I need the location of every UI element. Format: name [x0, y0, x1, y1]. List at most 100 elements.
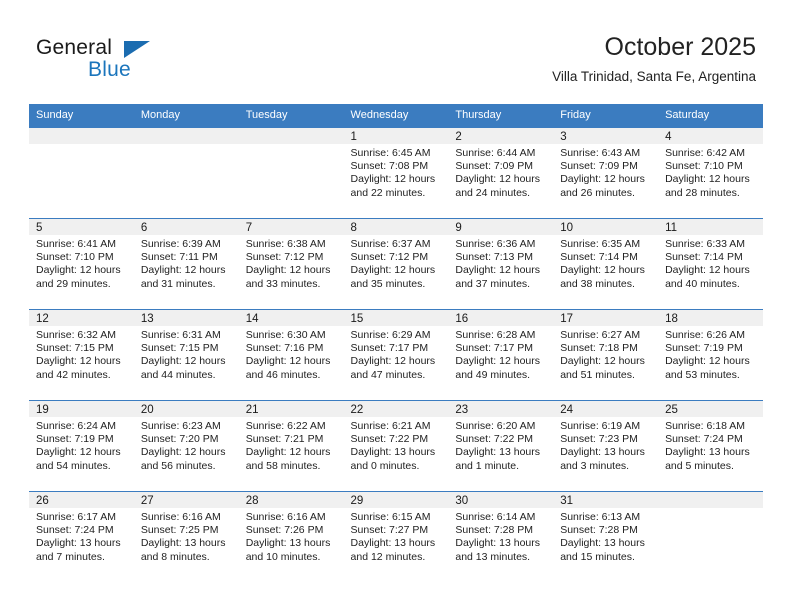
calendar-day-cell[interactable]: 1 Sunrise: 6:45 AM Sunset: 7:08 PM Daylight… — [343, 127, 449, 219]
calendar-day-cell[interactable]: 17 Sunrise: 6:27 AM Sunset: 7:18 PM Dayligh… — [553, 309, 659, 401]
daylight-text-line2: and 42 minutes. — [36, 368, 111, 381]
day-cell-inner: 27 Sunrise: 6:16 AM Sunset: 7:25 PM Dayligh… — [133, 492, 239, 582]
daylight-text-line1: Daylight: 12 hours — [140, 264, 226, 277]
calendar-page: General Blue October 2025 Villa Trinidad… — [0, 0, 792, 612]
calendar-day-cell[interactable]: 28 Sunrise: 6:16 AM Sunset: 7:26 PM Dayligh… — [238, 491, 344, 582]
calendar-day-cell[interactable]: 24 Sunrise: 6:19 AM Sunset: 7:23 PM Dayligh… — [553, 400, 659, 492]
day-cell-inner: 24 Sunrise: 6:19 AM Sunset: 7:23 PM Dayligh… — [553, 401, 659, 491]
daylight-text-line1: Daylight: 12 hours — [455, 355, 541, 368]
calendar-day-cell[interactable]: 12 Sunrise: 6:32 AM Sunset: 7:15 PM Dayligh… — [29, 309, 134, 401]
calendar-day-cell[interactable]: 21 Sunrise: 6:22 AM Sunset: 7:21 PM Dayligh… — [238, 400, 344, 492]
calendar-week-row: 19 Sunrise: 6:24 AM Sunset: 7:19 PM Dayligh… — [29, 400, 763, 492]
sunrise-text: Sunrise: 6:16 AM — [140, 511, 221, 523]
daylight-text-line2: and 26 minutes. — [560, 186, 635, 199]
daylight-text-line1: Daylight: 12 hours — [560, 264, 645, 277]
calendar-day-cell[interactable]: 18 Sunrise: 6:26 AM Sunset: 7:19 PM Dayligh… — [658, 309, 763, 401]
daylight-text-line2: and 29 minutes. — [36, 277, 111, 290]
calendar-day-cell[interactable]: 5 Sunrise: 6:41 AM Sunset: 7:10 PM Daylight… — [29, 218, 134, 310]
calendar-day-cell[interactable]: 14 Sunrise: 6:30 AM Sunset: 7:16 PM Dayligh… — [238, 309, 344, 401]
daylight-text-line1: Daylight: 12 hours — [350, 264, 436, 277]
daylight-text-line1: Daylight: 12 hours — [245, 446, 331, 459]
calendar-day-cell[interactable]: 29 Sunrise: 6:15 AM Sunset: 7:27 PM Dayligh… — [343, 491, 449, 582]
daylight-text-line2: and 31 minutes. — [140, 277, 216, 290]
sunrise-text: Sunrise: 6:29 AM — [350, 329, 431, 341]
daylight-text-line1: Daylight: 13 hours — [455, 537, 541, 550]
calendar-day-cell[interactable]: 2 Sunrise: 6:44 AM Sunset: 7:09 PM Daylight… — [448, 127, 554, 219]
day-cell-inner: 2 Sunrise: 6:44 AM Sunset: 7:09 PM Daylight… — [448, 128, 554, 218]
daylight-text-line2: and 56 minutes. — [140, 459, 216, 472]
calendar-day-cell[interactable]: 3 Sunrise: 6:43 AM Sunset: 7:09 PM Daylight… — [553, 127, 659, 219]
weekday-header-monday: Monday — [133, 104, 239, 128]
weekday-header-saturday: Saturday — [658, 104, 763, 128]
calendar-day-cell[interactable]: 26 Sunrise: 6:17 AM Sunset: 7:24 PM Dayligh… — [29, 491, 134, 582]
brand-name-general: General — [36, 36, 113, 59]
day-cell-inner — [658, 492, 763, 582]
calendar-day-cell-empty — [658, 491, 763, 582]
sunrise-text: Sunrise: 6:17 AM — [36, 511, 116, 523]
calendar-day-cell[interactable]: 31 Sunrise: 6:13 AM Sunset: 7:28 PM Dayligh… — [553, 491, 659, 582]
brand-name-blue: Blue — [88, 58, 131, 81]
calendar-day-cell[interactable]: 6 Sunrise: 6:39 AM Sunset: 7:11 PM Daylight… — [133, 218, 239, 310]
day-number — [658, 492, 763, 508]
calendar-day-cell[interactable]: 4 Sunrise: 6:42 AM Sunset: 7:10 PM Daylight… — [658, 127, 763, 219]
daylight-text-line2: and 37 minutes. — [455, 277, 531, 290]
sunset-text: Sunset: 7:15 PM — [140, 342, 219, 355]
calendar-day-cell[interactable]: 19 Sunrise: 6:24 AM Sunset: 7:19 PM Dayligh… — [29, 400, 134, 492]
daylight-text-line2: and 13 minutes. — [455, 550, 531, 563]
day-number: 14 — [238, 310, 344, 326]
sunset-text: Sunset: 7:20 PM — [140, 433, 219, 446]
brand-logo[interactable]: General Blue — [36, 36, 236, 90]
day-cell-details: Sunrise: 6:41 AM Sunset: 7:10 PM Daylight:… — [29, 235, 134, 291]
day-cell-inner: 4 Sunrise: 6:42 AM Sunset: 7:10 PM Daylight… — [658, 128, 763, 218]
day-number: 6 — [133, 219, 239, 235]
calendar-day-cell[interactable]: 13 Sunrise: 6:31 AM Sunset: 7:15 PM Dayligh… — [133, 309, 239, 401]
day-number: 3 — [553, 128, 659, 144]
calendar-day-cell[interactable]: 11 Sunrise: 6:33 AM Sunset: 7:14 PM Dayligh… — [658, 218, 763, 310]
calendar-day-cell[interactable]: 30 Sunrise: 6:14 AM Sunset: 7:28 PM Dayligh… — [448, 491, 554, 582]
sunset-text: Sunset: 7:28 PM — [455, 524, 534, 537]
calendar-day-cell[interactable]: 8 Sunrise: 6:37 AM Sunset: 7:12 PM Daylight… — [343, 218, 449, 310]
calendar-day-cell[interactable]: 16 Sunrise: 6:28 AM Sunset: 7:17 PM Dayligh… — [448, 309, 554, 401]
calendar-day-cell[interactable]: 23 Sunrise: 6:20 AM Sunset: 7:22 PM Dayligh… — [448, 400, 554, 492]
sunrise-text: Sunrise: 6:37 AM — [350, 238, 431, 250]
day-cell-details: Sunrise: 6:17 AM Sunset: 7:24 PM Daylight:… — [29, 508, 134, 564]
day-number: 18 — [658, 310, 763, 326]
day-number: 7 — [238, 219, 344, 235]
sunset-text: Sunset: 7:16 PM — [245, 342, 324, 355]
day-number — [133, 128, 239, 144]
calendar-day-cell[interactable]: 22 Sunrise: 6:21 AM Sunset: 7:22 PM Dayligh… — [343, 400, 449, 492]
daylight-text-line2: and 35 minutes. — [350, 277, 426, 290]
day-number: 22 — [343, 401, 449, 417]
calendar-day-cell[interactable]: 15 Sunrise: 6:29 AM Sunset: 7:17 PM Dayligh… — [343, 309, 449, 401]
calendar-day-cell[interactable]: 27 Sunrise: 6:16 AM Sunset: 7:25 PM Dayligh… — [133, 491, 239, 582]
calendar-day-cell[interactable]: 7 Sunrise: 6:38 AM Sunset: 7:12 PM Daylight… — [238, 218, 344, 310]
day-number: 10 — [553, 219, 659, 235]
day-cell-inner: 21 Sunrise: 6:22 AM Sunset: 7:21 PM Dayligh… — [238, 401, 344, 491]
day-cell-details: Sunrise: 6:31 AM Sunset: 7:15 PM Daylight:… — [134, 326, 239, 382]
sunset-text: Sunset: 7:23 PM — [560, 433, 638, 446]
day-cell-details: Sunrise: 6:30 AM Sunset: 7:16 PM Daylight:… — [239, 326, 344, 382]
sunrise-text: Sunrise: 6:18 AM — [665, 420, 746, 432]
sunset-text: Sunset: 7:19 PM — [665, 342, 743, 355]
daylight-text-line2: and 40 minutes. — [665, 277, 740, 290]
sunset-text: Sunset: 7:10 PM — [36, 251, 114, 264]
daylight-text-line1: Daylight: 12 hours — [665, 173, 750, 186]
calendar-header-row: Sunday Monday Tuesday Wednesday Thursday… — [29, 104, 763, 128]
calendar-day-cell[interactable]: 9 Sunrise: 6:36 AM Sunset: 7:13 PM Daylight… — [448, 218, 554, 310]
sunrise-text: Sunrise: 6:13 AM — [560, 511, 641, 523]
calendar-day-cell[interactable]: 25 Sunrise: 6:18 AM Sunset: 7:24 PM Dayligh… — [658, 400, 763, 492]
daylight-text-line1: Daylight: 12 hours — [245, 264, 331, 277]
day-cell-details: Sunrise: 6:39 AM Sunset: 7:11 PM Daylight:… — [134, 235, 239, 291]
calendar-day-cell[interactable]: 20 Sunrise: 6:23 AM Sunset: 7:20 PM Dayligh… — [133, 400, 239, 492]
daylight-text-line2: and 38 minutes. — [560, 277, 635, 290]
day-number: 19 — [29, 401, 134, 417]
day-cell-details: Sunrise: 6:19 AM Sunset: 7:23 PM Daylight:… — [553, 417, 658, 473]
daylight-text-line1: Daylight: 13 hours — [36, 537, 121, 550]
day-number: 26 — [29, 492, 134, 508]
calendar-day-cell[interactable]: 10 Sunrise: 6:35 AM Sunset: 7:14 PM Dayligh… — [553, 218, 659, 310]
day-number: 1 — [343, 128, 449, 144]
sunset-text: Sunset: 7:08 PM — [350, 160, 429, 173]
day-number: 17 — [553, 310, 659, 326]
day-number: 11 — [658, 219, 763, 235]
daylight-text-line1: Daylight: 12 hours — [140, 446, 226, 459]
